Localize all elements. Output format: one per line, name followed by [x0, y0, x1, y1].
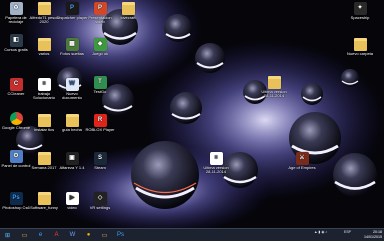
desktop-icon-label: Age of Empires — [288, 166, 316, 170]
desktop-icon-green-app[interactable]: ◆ Juego ok — [84, 38, 116, 56]
chrome-icon: ● — [86, 232, 91, 238]
control-panel-icon: ⚙ — [9, 150, 23, 163]
taskbar-app-word[interactable]: W — [66, 230, 79, 240]
photoshop-icon: Ps — [116, 232, 124, 238]
folder-icon — [37, 152, 51, 165]
unity-icon: ◇ — [93, 192, 107, 205]
taskbar-app-acrobat[interactable]: A — [50, 230, 63, 240]
desktop-icon-label: ROBLOX Player — [85, 128, 115, 132]
folder-icon — [37, 38, 51, 51]
start-button[interactable]: ⊞ — [1, 230, 14, 240]
taskbar-app-folder[interactable]: ▭ — [98, 230, 111, 240]
desktop-icon-label: Ultima version 28-11-2014 — [261, 90, 287, 99]
desktop-icon-spaceship[interactable]: ✦ Spaceship — [344, 2, 376, 20]
document-icon: ≡ — [37, 78, 51, 91]
document-icon: W — [65, 78, 79, 91]
desktop-icon-unity[interactable]: ◇ VR settings — [84, 192, 116, 210]
folder-icon — [37, 114, 51, 127]
photoshop-icon: Ps — [9, 192, 23, 205]
image-folder-icon: ▦ — [65, 38, 79, 51]
folder-icon — [65, 114, 79, 127]
system-clock[interactable]: 20:18 14/01/2015 — [364, 230, 382, 239]
chrome-icon — [9, 112, 23, 125]
desktop-icon-roblox[interactable]: R ROBLOX Player — [84, 114, 116, 132]
desktop-icon-label: lovecraft — [120, 16, 136, 20]
document-icon: ≡ — [209, 152, 223, 165]
taskbar: ⊞ ▭ e A W ● ▭ Ps ▲ ▮ ◉ ♪ ESP 20:18 14/01… — [0, 228, 384, 241]
desktop-icon-age-of-empires[interactable]: ⚔ Age of Empires — [286, 152, 318, 170]
folder-icon — [37, 2, 51, 15]
desktop-icon-folder-right-3[interactable]: ≡ Ultima version 28-11-2014 — [200, 152, 232, 175]
taskbar-app-ps[interactable]: Ps — [114, 230, 127, 240]
desktop-icon-label: Steam — [94, 166, 106, 170]
language-indicator[interactable]: ESP — [344, 230, 351, 234]
desktop-icon-label: Juego ok — [91, 52, 109, 56]
word-icon: W — [69, 232, 76, 238]
folder-icon — [121, 2, 135, 15]
taskbar-app-explorer[interactable]: ▭ — [18, 230, 31, 240]
folder-icon: ▭ — [101, 232, 108, 239]
recycle-bin-icon: ♻ — [9, 2, 23, 15]
folder-icon — [37, 192, 51, 205]
desktop-icon-pdf-1[interactable]: T TestGo — [84, 76, 116, 94]
folder-icon — [267, 76, 281, 89]
acrobat-icon: A — [54, 232, 59, 238]
file-explorer-icon: ▭ — [21, 232, 28, 239]
roblox-icon: R — [93, 114, 107, 127]
clock-date: 14/01/2015 — [364, 234, 382, 239]
ccleaner-icon: C — [9, 78, 23, 91]
desktop-icon-label: Ultima version 28-11-2014 — [203, 166, 229, 175]
desktop-icon-folder-right-2[interactable]: Ultima version 28-11-2014 — [258, 76, 290, 99]
desktop-icon-folder-2[interactable]: lovecraft — [112, 2, 144, 20]
spaceship-icon: ✦ — [353, 2, 367, 15]
playstation-icon: P — [65, 2, 79, 15]
steam-icon: S — [93, 152, 107, 165]
desktop-icon-label: VR settings — [89, 206, 111, 210]
pdf-icon: T — [93, 76, 107, 89]
desktop-icon-label: Nuevo carpeta — [346, 52, 373, 56]
folder-icon — [353, 38, 367, 51]
desktop-icon-label: TestGo — [93, 90, 107, 94]
green-app-icon: ◆ — [93, 38, 107, 51]
windows-logo-icon: ⊞ — [4, 232, 11, 239]
tool-icon: ▣ — [65, 152, 79, 165]
desktop-icon-folder-right-1[interactable]: Nuevo carpeta — [344, 38, 376, 56]
taskbar-app-chrome[interactable]: ● — [82, 230, 95, 240]
internet-explorer-icon: e — [38, 232, 43, 238]
desktop-icon-steam[interactable]: S Steam — [84, 152, 116, 170]
powerpoint-icon: P — [93, 2, 107, 15]
desktop-icon-label: Spaceship — [350, 16, 370, 20]
taskbar-app-ie[interactable]: e — [34, 230, 47, 240]
tray-icons[interactable]: ▲ ▮ ◉ ♪ — [314, 230, 327, 234]
project-file-icon: ◧ — [9, 34, 23, 47]
age-of-empires-icon: ⚔ — [295, 152, 309, 165]
video-file-icon: ▶ — [65, 192, 79, 205]
